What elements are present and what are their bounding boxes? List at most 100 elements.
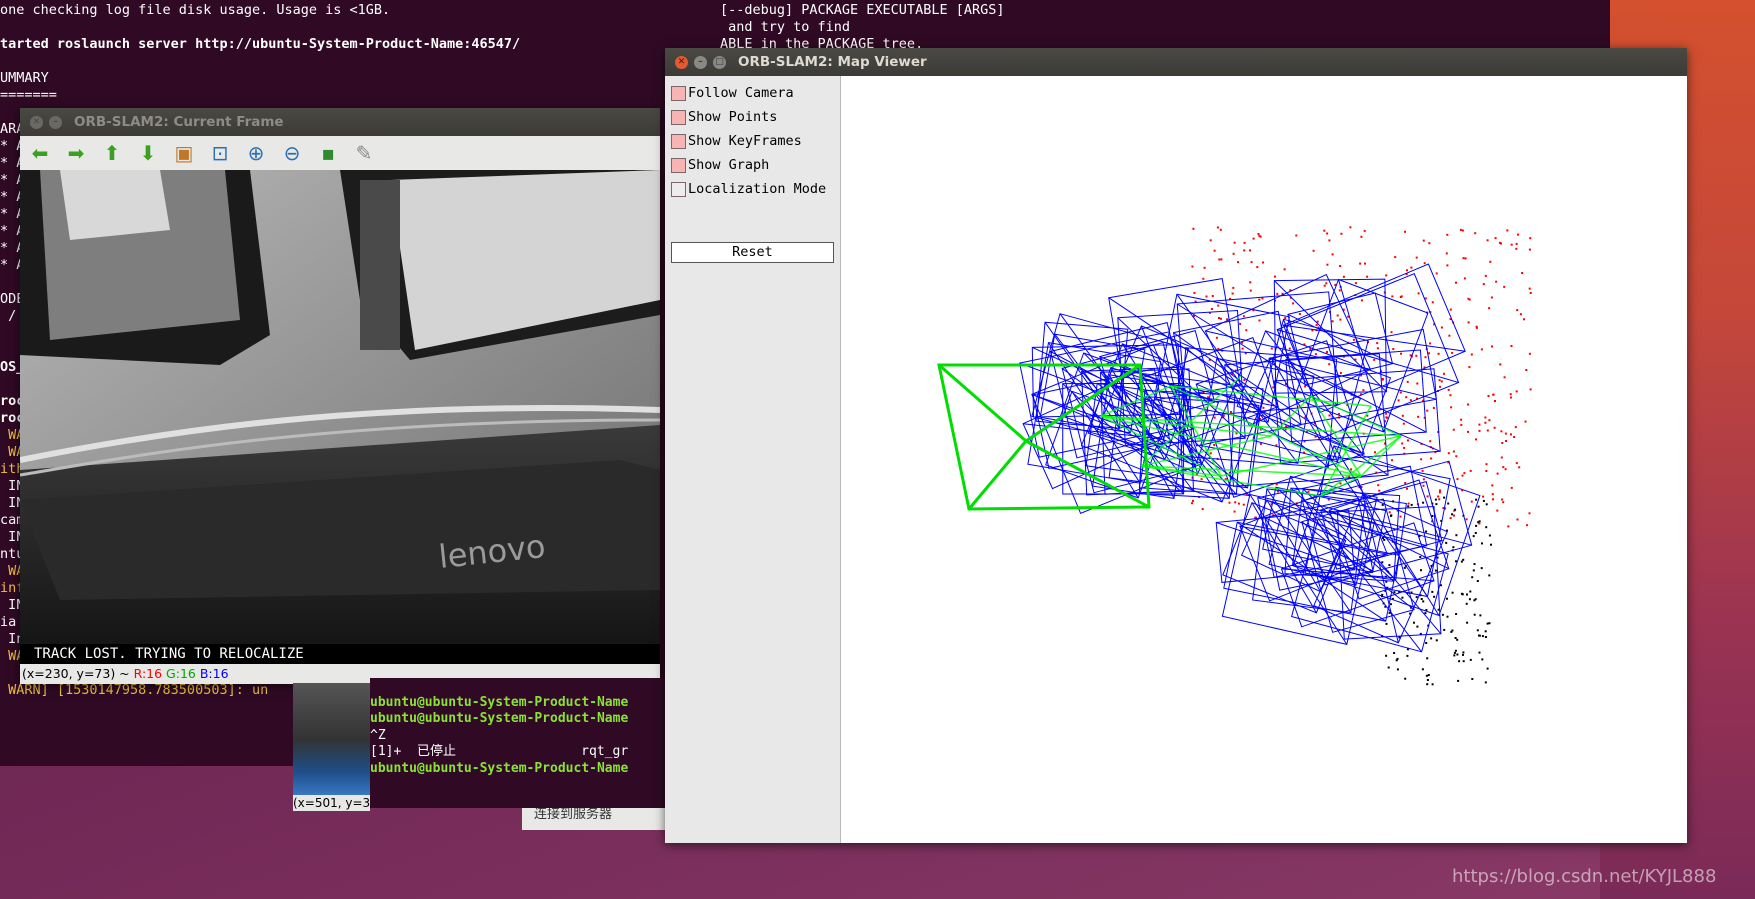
map-viewer-window[interactable]: ✕ – □ ORB-SLAM2: Map Viewer Reset Follow… <box>665 48 1687 843</box>
reference-point <box>1389 603 1392 606</box>
foreground-terminal[interactable]: ubuntu@ubuntu-System-Product-Name ubuntu@… <box>370 678 665 808</box>
map-point <box>1510 396 1512 399</box>
current-frame-window[interactable]: ✕ – ORB-SLAM2: Current Frame ⬅ ➡ ⬆ ⬇ ▣ ⊡ ⊕ ⊖ ▪ ✎ <box>20 108 660 684</box>
map-point <box>1449 308 1452 311</box>
map-point <box>1407 502 1410 505</box>
map-point <box>1429 342 1432 345</box>
reference-point <box>1490 543 1492 546</box>
map-point <box>1331 320 1334 323</box>
map-point <box>1211 295 1214 297</box>
zoom-in-icon[interactable]: ⊕ <box>242 139 270 167</box>
arrow-left-icon[interactable]: ⬅ <box>26 139 54 167</box>
image-icon[interactable]: ▣ <box>170 139 198 167</box>
map-point <box>1258 319 1261 322</box>
arrow-right-icon[interactable]: ➡ <box>62 139 90 167</box>
reference-point <box>1469 658 1472 661</box>
map-point <box>1364 262 1366 265</box>
save-icon[interactable]: ▪ <box>314 139 342 167</box>
map-point <box>1446 233 1449 236</box>
reference-point <box>1434 569 1437 572</box>
checkbox-box[interactable] <box>671 109 686 125</box>
reference-point <box>1451 591 1454 594</box>
map-point <box>1233 510 1236 513</box>
map-point <box>1504 468 1507 471</box>
zoom-out-icon[interactable]: ⊖ <box>278 139 306 167</box>
reference-point <box>1466 621 1469 624</box>
map-canvas[interactable] <box>841 76 1687 843</box>
map-point <box>1430 457 1433 460</box>
reference-point <box>1486 622 1489 625</box>
map-point <box>1461 474 1464 477</box>
thumbnail-window[interactable] <box>293 683 370 795</box>
terminal-line: ubuntu@ubuntu-System-Product-Name <box>370 760 629 776</box>
map-point <box>1326 232 1329 235</box>
maximize-icon[interactable]: □ <box>713 55 726 69</box>
map-point <box>1426 409 1429 412</box>
map-point <box>1377 484 1380 487</box>
map-point <box>1482 495 1485 498</box>
map-point <box>1213 416 1216 419</box>
checkbox-box[interactable] <box>671 181 686 197</box>
close-icon[interactable]: ✕ <box>30 115 43 129</box>
minimize-icon[interactable]: – <box>694 55 707 69</box>
checkbox-box[interactable] <box>671 133 686 149</box>
map-point <box>1510 243 1513 246</box>
map-viewer-titlebar[interactable]: ✕ – □ ORB-SLAM2: Map Viewer <box>665 48 1687 76</box>
map-point <box>1450 406 1453 409</box>
map-point <box>1475 438 1477 441</box>
reference-point <box>1433 595 1436 598</box>
show-graph-checkbox[interactable]: Show Graph <box>671 154 769 176</box>
zoom-fit-icon[interactable]: ⊡ <box>206 139 234 167</box>
localization-mode-checkbox[interactable]: Localization Mode <box>671 178 826 200</box>
map-point <box>1259 442 1262 445</box>
map-point <box>1501 498 1504 501</box>
map-point <box>1469 469 1472 472</box>
map-point <box>1402 422 1405 425</box>
map-3d-view <box>937 226 1532 686</box>
map-point <box>1243 249 1246 252</box>
map-point <box>1459 228 1462 231</box>
map-point <box>1415 354 1418 357</box>
map-point <box>1394 256 1397 259</box>
map-point <box>1325 282 1328 285</box>
map-point <box>1200 478 1203 481</box>
checkbox-box[interactable] <box>671 157 686 173</box>
map-point <box>1193 291 1196 294</box>
map-point <box>1400 352 1402 355</box>
checkbox-box[interactable] <box>671 85 686 101</box>
map-point <box>1376 342 1379 345</box>
map-point <box>1403 446 1406 449</box>
brush-icon[interactable]: ✎ <box>350 139 378 167</box>
current-frame-titlebar[interactable]: ✕ – ORB-SLAM2: Current Frame <box>20 108 660 136</box>
minimize-icon[interactable]: – <box>49 115 62 129</box>
follow-camera-checkbox[interactable]: Follow Camera <box>671 82 794 104</box>
reference-point <box>1461 593 1464 596</box>
map-point <box>1417 292 1420 295</box>
map-point <box>1438 491 1441 494</box>
map-point <box>1523 318 1525 321</box>
reference-point <box>1404 677 1407 680</box>
reference-point <box>1430 637 1433 640</box>
arrow-up-icon[interactable]: ⬆ <box>98 139 126 167</box>
map-point <box>1243 379 1246 381</box>
close-icon[interactable]: ✕ <box>675 55 688 69</box>
reference-point <box>1443 496 1446 499</box>
image-toolbar: ⬅ ➡ ⬆ ⬇ ▣ ⊡ ⊕ ⊖ ▪ ✎ <box>20 136 660 170</box>
arrow-down-icon[interactable]: ⬇ <box>134 139 162 167</box>
reference-point <box>1479 614 1482 617</box>
show-keyframes-checkbox[interactable]: Show KeyFrames <box>671 130 802 152</box>
map-point <box>1342 275 1345 278</box>
map-point <box>1515 242 1518 245</box>
map-point <box>1406 269 1408 272</box>
reset-button[interactable]: Reset <box>671 242 834 263</box>
map-point <box>1231 292 1234 295</box>
reference-point <box>1420 598 1423 600</box>
reference-point <box>1485 526 1488 529</box>
reference-point <box>1420 569 1422 572</box>
reference-point <box>1425 642 1428 644</box>
reference-point <box>1416 625 1419 628</box>
show-points-checkbox[interactable]: Show Points <box>671 106 777 128</box>
reference-point <box>1441 613 1444 616</box>
map-point <box>1262 406 1265 409</box>
map-point <box>1399 391 1402 394</box>
